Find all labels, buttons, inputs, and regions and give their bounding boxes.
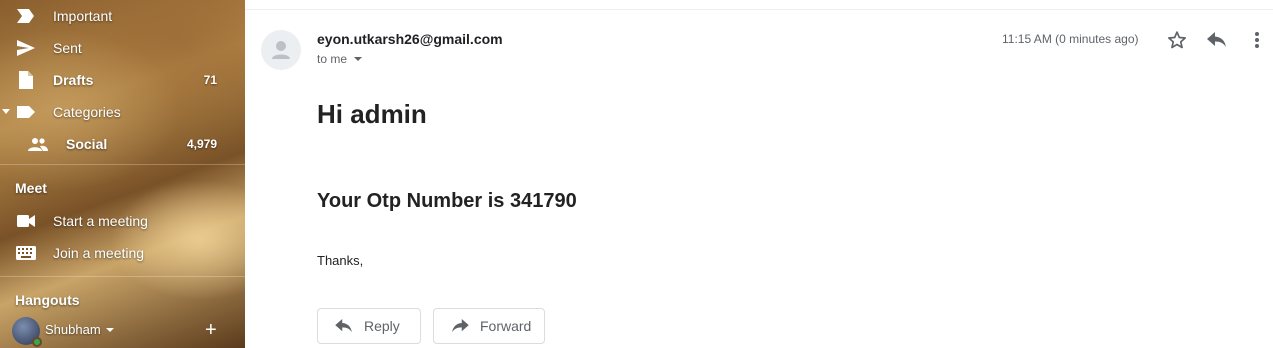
message-view: eyon.utkarsh26@gmail.com to me 11:15 AM … — [245, 0, 1273, 348]
forward-label: Forward — [480, 318, 532, 334]
chevron-down-icon — [354, 57, 363, 61]
unread-count: 71 — [203, 73, 217, 87]
sender-avatar[interactable] — [261, 30, 301, 70]
important-icon — [16, 6, 36, 26]
sidebar-item-social[interactable]: Social 4,979 — [0, 128, 245, 160]
label-icon — [16, 102, 36, 122]
video-camera-icon — [16, 211, 36, 231]
forward-icon — [450, 316, 470, 336]
divider — [0, 276, 245, 277]
otp-text: Your Otp Number is 341790 — [317, 190, 577, 212]
chevron-down-icon[interactable] — [106, 328, 114, 332]
message-greeting: Hi admin — [317, 99, 427, 129]
add-icon[interactable]: + — [205, 320, 217, 340]
sidebar-item-important[interactable]: Important — [0, 0, 245, 32]
hangouts-user-name: Shubham — [45, 322, 101, 337]
join-meeting-label: Join a meeting — [53, 245, 145, 261]
divider — [245, 9, 1273, 10]
send-icon — [16, 38, 36, 58]
sidebar-item-label: Sent — [53, 40, 82, 56]
reply-button[interactable]: Reply — [317, 308, 421, 344]
sidebar-item-categories[interactable]: Categories — [0, 96, 245, 128]
sidebar-item-drafts[interactable]: Drafts 71 — [0, 64, 245, 96]
sidebar-item-label: Drafts — [53, 72, 94, 88]
reply-label: Reply — [364, 318, 400, 334]
more-options-icon[interactable] — [1245, 28, 1269, 52]
reply-icon[interactable] — [1205, 28, 1229, 52]
expand-caret-icon[interactable] — [2, 109, 10, 114]
star-icon[interactable] — [1165, 28, 1189, 52]
online-status-dot — [32, 337, 42, 347]
hangouts-user[interactable]: Shubham + — [12, 317, 242, 347]
sidebar-item-label: Important — [53, 8, 113, 24]
hangouts-section-title: Hangouts — [15, 292, 80, 308]
join-meeting-item[interactable]: Join a meeting — [0, 237, 245, 269]
keyboard-icon — [16, 243, 36, 263]
people-icon — [28, 134, 48, 154]
sidebar-item-sent[interactable]: Sent — [0, 32, 245, 64]
message-timestamp: 11:15 AM (0 minutes ago) — [1002, 32, 1139, 46]
divider — [0, 164, 245, 165]
start-meeting-item[interactable]: Start a meeting — [0, 205, 245, 237]
unread-count: 4,979 — [186, 137, 217, 151]
meet-section-title: Meet — [15, 180, 47, 196]
person-icon — [272, 41, 290, 59]
message-closing: Thanks, — [317, 253, 364, 268]
recipient-details[interactable]: to me — [317, 52, 363, 66]
forward-button[interactable]: Forward — [433, 308, 545, 344]
start-meeting-label: Start a meeting — [53, 213, 148, 229]
sidebar: Important Sent Drafts 71 Categories Soci… — [0, 0, 245, 348]
sidebar-item-label: Social — [66, 136, 108, 152]
avatar — [12, 317, 42, 347]
sender-email[interactable]: eyon.utkarsh26@gmail.com — [317, 31, 503, 47]
draft-icon — [16, 70, 36, 90]
recipient-label: to me — [317, 52, 348, 66]
sidebar-item-label: Categories — [53, 104, 121, 120]
reply-icon — [334, 316, 354, 336]
